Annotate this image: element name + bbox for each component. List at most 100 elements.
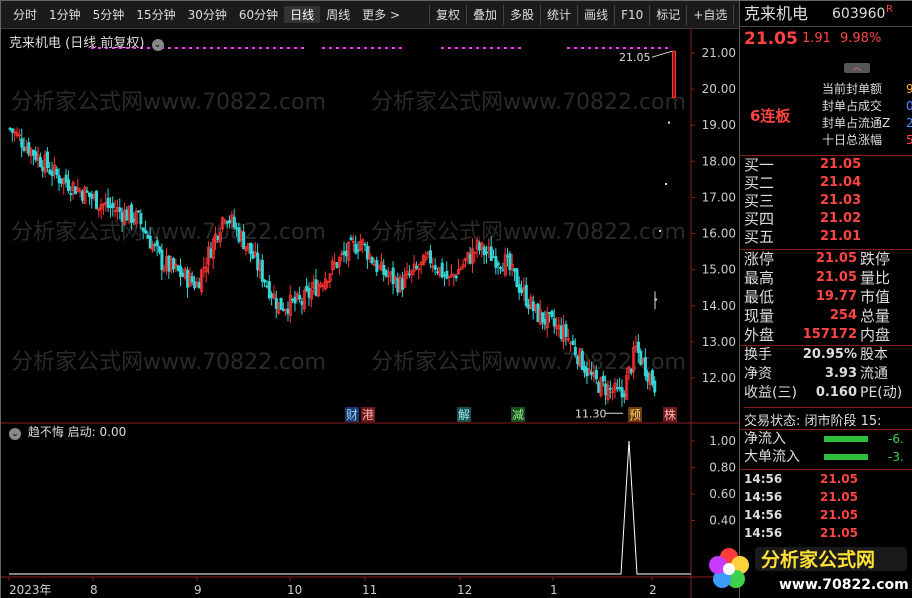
signal-dot (483, 47, 486, 49)
tab-0[interactable]: 分时 (7, 6, 43, 23)
bid-row[interactable]: 买四 21.02 (740, 210, 912, 228)
candle-body (64, 174, 68, 183)
candle-body (636, 341, 640, 353)
candle-body (436, 271, 440, 274)
toolbar-button-6[interactable]: 标记 (649, 4, 686, 25)
price-label: 16.00 (702, 227, 736, 241)
toolbar-button-1[interactable]: 叠加 (466, 4, 503, 25)
bid-row[interactable]: 买二 21.04 (740, 174, 912, 192)
tab-2[interactable]: 5分钟 (87, 6, 131, 23)
flow-bar (824, 454, 868, 460)
quote-value: 19.77 (815, 289, 857, 304)
tab-7[interactable]: 周线 (320, 6, 356, 23)
quote-label-2: 量比 (860, 269, 891, 287)
collapse-icon[interactable]: ⌄ (9, 428, 21, 440)
signal-dot (574, 47, 577, 49)
candle-body (251, 251, 255, 259)
price-label: 14.00 (702, 299, 736, 313)
signal-dot (182, 47, 185, 49)
candle-body (489, 246, 493, 261)
candle-body (209, 248, 213, 258)
candle-body (559, 325, 563, 339)
signal-dot (336, 47, 339, 49)
candle-body (541, 312, 545, 323)
candle-body (181, 272, 185, 277)
candle-body (552, 318, 556, 327)
signal-dot (490, 47, 493, 49)
watermark-text: 分析家公式网www.70822.com (371, 90, 686, 115)
signal-dot (441, 47, 444, 49)
bid-price: 21.04 (820, 175, 862, 190)
expand-button[interactable]: ︿ (844, 63, 870, 73)
toolbar-button-3[interactable]: 统计 (540, 4, 577, 25)
signal-dot (364, 47, 367, 49)
quote-value: 254 (829, 308, 857, 323)
signal-dot (462, 47, 465, 49)
fin-label-2: 股本 (860, 347, 888, 363)
candle-body (576, 355, 580, 365)
candle-body (608, 387, 612, 390)
candle-body (265, 285, 269, 288)
x-axis-label: 11 (362, 583, 377, 597)
fin-row: 净资 3.93 流通 (740, 365, 912, 384)
candle-body (440, 262, 444, 278)
tab-6[interactable]: 日线 (284, 6, 321, 23)
candle-body (433, 265, 437, 270)
tab-4[interactable]: 30分钟 (182, 6, 233, 23)
flow-list: 净流入 -6. 大单流入 -3. (740, 429, 912, 466)
tab-1[interactable]: 1分钟 (43, 6, 87, 23)
quote-row: 外盘 157172 内盘 (740, 326, 912, 345)
bid-row[interactable]: 买三 21.03 (740, 192, 912, 210)
candle-body (225, 221, 229, 224)
candle-body (109, 205, 113, 209)
candle-body (300, 300, 304, 305)
period-tabs: 分时 1分钟 5分钟 15分钟 30分钟 60分钟 日线 周线 更多 > (1, 6, 421, 23)
candle-body (344, 250, 348, 257)
signal-dot (595, 47, 598, 49)
toolbar-button-4[interactable]: 画线 (577, 4, 614, 25)
kline-chart[interactable]: 21.0020.0019.0018.0017.0016.0015.0014.00… (1, 29, 739, 598)
tick-row: 14:56 21.05 (740, 488, 912, 506)
seal-value: 59 (906, 133, 912, 147)
signal-dot (343, 47, 346, 49)
chart-title: 克来机电 (日线 前复权) ⌄ (9, 32, 164, 51)
candle-body (482, 246, 486, 256)
toolbar-button-5[interactable]: F10 (614, 4, 649, 25)
candle-body (95, 190, 99, 210)
high-arrow (651, 50, 673, 58)
candle-body (274, 298, 278, 310)
fin-list: 换手 20.95% 股本 净资 3.93 流通 收益(三) 0.160 PE(动) (740, 345, 912, 403)
candle-body (137, 210, 141, 213)
bid-row[interactable]: 买一 21.05 (740, 156, 912, 174)
tick-row: 14:56 21.05 (740, 470, 912, 488)
tab-3[interactable]: 15分钟 (130, 6, 181, 23)
candle-body (643, 357, 647, 377)
toolbar-button-7[interactable]: +自选 (686, 4, 733, 25)
candle-body (639, 350, 643, 365)
signal-dot (196, 47, 199, 49)
candle-body (88, 192, 92, 197)
tab-5[interactable]: 60分钟 (233, 6, 284, 23)
candle-body (650, 370, 654, 385)
signal-dot (602, 47, 605, 49)
indicator-label: 1.00 (709, 434, 736, 448)
tick-list: 14:56 21.05 14:56 21.05 14:56 21.05 14:56 21.05 (740, 469, 912, 542)
watermark-text: 分析家公式网www.70822.com (11, 350, 326, 375)
kline-chart-area[interactable]: 21.00 20.00 19.00 18.00 17.00 16.00 15.00 14.00… (1, 29, 739, 598)
candle-body (27, 142, 31, 155)
seal-value: 97 (906, 82, 912, 96)
collapse-icon[interactable]: ⌄ (151, 39, 164, 51)
candle-body (478, 242, 482, 251)
tab-8[interactable]: 更多 > (356, 6, 406, 23)
candle-body (256, 252, 260, 271)
signal-dot (588, 47, 591, 49)
signal-dot (259, 47, 262, 49)
candle-body (401, 278, 405, 290)
candle-body (573, 346, 577, 356)
bid-row[interactable]: 买五 21.01 (740, 228, 912, 246)
toolbar-button-2[interactable]: 多股 (503, 4, 540, 25)
bid-label: 买二 (744, 174, 775, 192)
quote-label: 最低 (744, 288, 775, 306)
toolbar-button-0[interactable]: 复权 (429, 4, 466, 25)
signal-dot (357, 47, 360, 49)
